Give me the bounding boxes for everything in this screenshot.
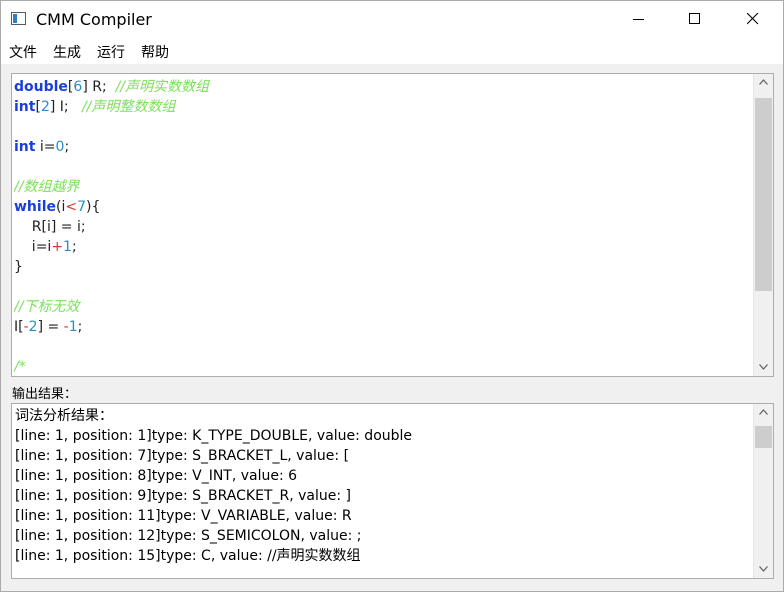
code-line: int i=0; (14, 137, 752, 157)
code-token: 1 (68, 319, 78, 335)
menu-run[interactable]: 运行 (97, 42, 125, 62)
scroll-up-arrow[interactable] (754, 74, 773, 91)
window-title: CMM Compiler (36, 10, 152, 29)
code-line: //数组越界 (14, 177, 752, 197)
code-token: int (14, 99, 36, 115)
code-token: 1 (63, 239, 72, 255)
output-text-area[interactable]: 词法分析结果： [line: 1, position: 1]type: K_TYP… (15, 406, 750, 578)
scroll-down-arrow[interactable] (754, 359, 773, 376)
chevron-down-icon (759, 566, 768, 572)
output-line: [line: 1, position: 8]type: V_INT, value… (15, 468, 298, 484)
code-token: 2 (28, 319, 38, 335)
scroll-up-arrow[interactable] (754, 404, 773, 421)
code-token: ; (77, 319, 83, 335)
menu-file[interactable]: 文件 (9, 42, 37, 62)
code-token: (i (56, 199, 66, 215)
code-token: //声明整数数组 (81, 99, 176, 115)
menu-help[interactable]: 帮助 (141, 42, 169, 62)
code-token: R[i] = i; (14, 219, 86, 235)
title-bar[interactable]: CMM Compiler (1, 1, 783, 38)
scroll-down-arrow[interactable] (754, 561, 773, 578)
code-token: ] R; (82, 79, 116, 95)
output-line: [line: 1, position: 9]type: S_BRACKET_R,… (15, 488, 351, 504)
code-line: //下标无效 (14, 297, 752, 317)
minimize-icon (633, 19, 644, 20)
close-button[interactable] (730, 1, 776, 38)
output-line: [line: 1, position: 1]type: K_TYPE_DOUBL… (15, 428, 413, 444)
output-line: [line: 1, position: 11]type: V_VARIABLE,… (15, 508, 352, 524)
code-token: /* (14, 359, 26, 375)
chevron-up-icon (759, 409, 768, 415)
output-line: 词法分析结果： (15, 408, 113, 424)
output-line: [line: 1, position: 7]type: S_BRACKET_L,… (15, 448, 350, 464)
code-line: i=i+1; (14, 237, 752, 257)
close-icon (747, 13, 759, 25)
code-token: < (65, 199, 78, 215)
code-line: /* (14, 357, 752, 375)
output-line: [line: 1, position: 12]type: S_SEMICOLON… (15, 528, 362, 544)
code-token: //声明实数数组 (115, 79, 210, 95)
output-label: 输出结果： (12, 387, 78, 402)
code-token: ] I; (49, 99, 82, 115)
code-token: + (51, 239, 64, 255)
code-token: ){ (86, 199, 101, 215)
maximize-icon (689, 13, 700, 24)
code-token: 6 (73, 79, 83, 95)
editor-vertical-scrollbar[interactable] (753, 74, 773, 376)
code-token: int (14, 139, 36, 155)
code-line: } (14, 257, 752, 277)
code-token: ] = (37, 319, 64, 335)
code-token: 7 (77, 199, 87, 215)
code-line: R[i] = i; (14, 217, 752, 237)
output-scroll-thumb[interactable] (755, 426, 772, 448)
editor-scroll-thumb[interactable] (755, 98, 772, 291)
code-token: //下标无效 (14, 299, 80, 315)
window-app-icon (11, 12, 26, 25)
code-token: double (14, 79, 68, 95)
code-line: int[2] I; //声明整数数组 (14, 97, 752, 117)
chevron-up-icon (759, 79, 768, 85)
code-token: i= (35, 139, 56, 155)
minimize-button[interactable] (616, 1, 662, 38)
code-line: I[-2] = -1; (14, 317, 752, 337)
code-token: 2 (40, 99, 50, 115)
code-editor[interactable]: double[6] R; //声明实数数组 int[2] I; //声明整数数组 i… (11, 73, 774, 377)
menu-build[interactable]: 生成 (53, 42, 81, 62)
code-token: I[ (14, 319, 24, 335)
code-token: while (14, 199, 56, 215)
output-line: [line: 1, position: 15]type: C, value: /… (15, 548, 361, 564)
chevron-down-icon (759, 364, 768, 370)
output-vertical-scrollbar[interactable] (753, 404, 773, 578)
app-window: CMM Compiler 文件 生成 运行 帮助 double[6] R; //… (0, 0, 784, 592)
menu-bar: 文件 生成 运行 帮助 (1, 38, 783, 64)
code-token: ; (71, 239, 77, 255)
code-token: ; (64, 139, 70, 155)
code-line: while(i<7){ (14, 197, 752, 217)
code-token: i=i (14, 239, 52, 255)
output-panel[interactable]: 词法分析结果： [line: 1, position: 1]type: K_TYP… (11, 403, 774, 579)
code-token: //数组越界 (14, 179, 80, 195)
code-line: double[6] R; //声明实数数组 (14, 77, 752, 97)
code-text-area[interactable]: double[6] R; //声明实数数组 int[2] I; //声明整数数组 i… (14, 77, 752, 375)
maximize-button[interactable] (672, 1, 718, 38)
code-token: } (14, 259, 23, 275)
